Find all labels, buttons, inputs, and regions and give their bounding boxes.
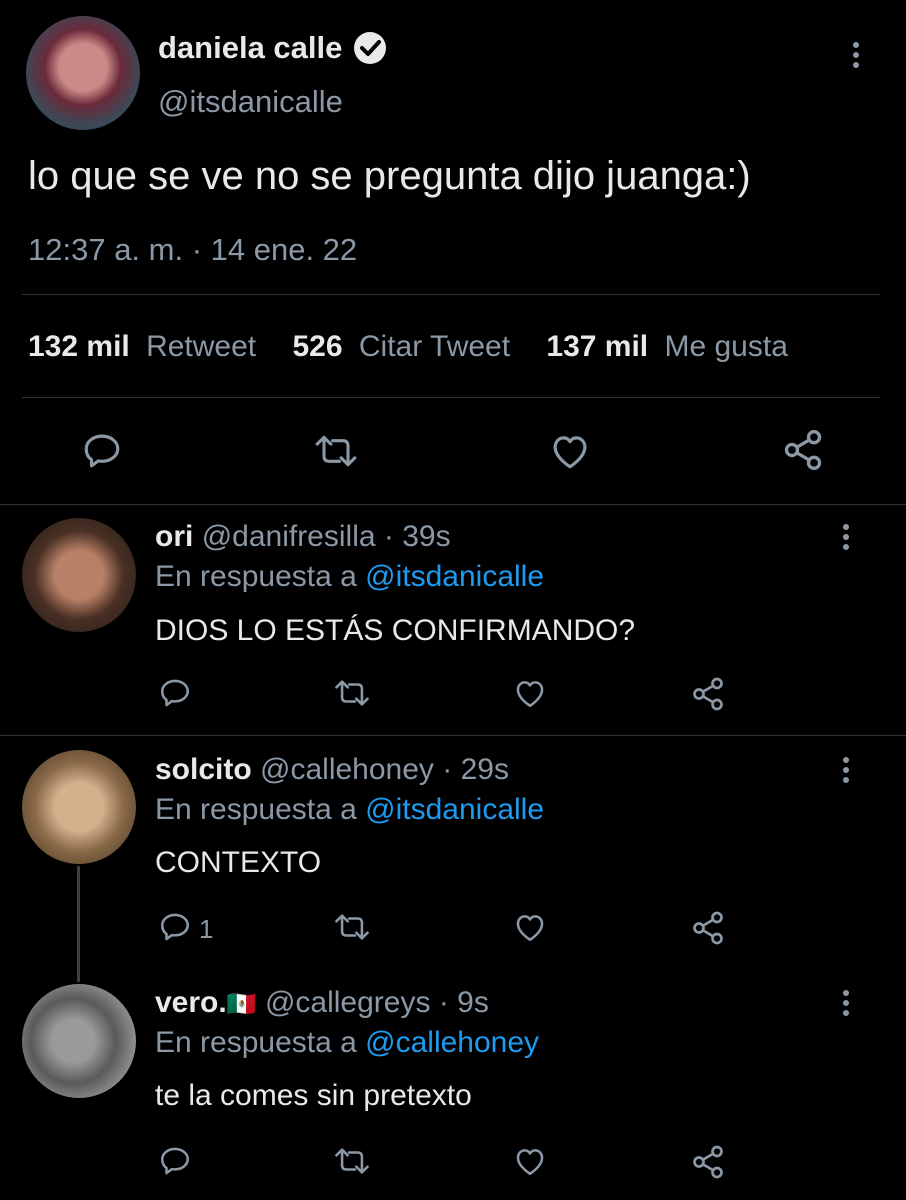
verified-badge-icon [352, 30, 388, 66]
reply-icon[interactable] [157, 676, 193, 710]
author-display-name[interactable]: daniela calle [158, 30, 342, 66]
reply-text: DIOS LO ESTÁS CONFIRMANDO? [155, 614, 636, 647]
retweet-icon[interactable] [332, 1144, 372, 1178]
retweet-icon[interactable] [312, 430, 360, 472]
reply-prefix: En respuesta a [155, 1026, 357, 1059]
likes-count[interactable]: 137 mil [546, 330, 648, 363]
reply-avatar[interactable] [22, 518, 136, 632]
share-icon[interactable] [690, 676, 726, 712]
more-options-icon[interactable] [852, 42, 860, 72]
reply-time[interactable]: · 39s [384, 520, 451, 553]
reply-handle[interactable]: @callehoney [260, 753, 434, 786]
reply-header: solcito @callehoney · 29s [155, 753, 509, 787]
author-avatar[interactable] [26, 16, 140, 130]
likes-label[interactable]: Me gusta [664, 330, 787, 363]
divider [22, 294, 880, 295]
reply-header: vero.🇲🇽 @callegreys · 9s [155, 986, 489, 1020]
share-icon[interactable] [780, 428, 826, 472]
reply-avatar[interactable] [22, 750, 136, 864]
more-options-icon[interactable] [842, 524, 850, 554]
reply-time[interactable]: · 29s [442, 753, 509, 786]
author-handle[interactable]: @itsdanicalle [158, 84, 343, 120]
thread-line [77, 866, 80, 982]
divider [0, 504, 906, 505]
like-icon[interactable] [512, 676, 548, 710]
retweets-label[interactable]: Retweet [146, 330, 256, 363]
reply-icon[interactable] [80, 430, 124, 472]
retweet-icon[interactable] [332, 910, 372, 944]
reply-avatar[interactable] [22, 984, 136, 1098]
reply-display-name[interactable]: solcito [155, 753, 252, 786]
reply-icon[interactable] [157, 910, 193, 944]
divider [22, 397, 880, 398]
retweets-count[interactable]: 132 mil [28, 330, 130, 363]
share-icon[interactable] [690, 1144, 726, 1180]
reply-context: En respuesta a @itsdanicalle [155, 560, 544, 594]
tweet-text: lo que se ve no se pregunta dijo juanga:… [28, 154, 751, 198]
reply-display-name[interactable]: vero. [155, 986, 227, 1019]
reply-count: 1 [199, 914, 214, 944]
mexico-flag-icon: 🇲🇽 [226, 991, 257, 1018]
reply-mention[interactable]: @itsdanicalle [365, 793, 544, 826]
more-options-icon[interactable] [842, 757, 850, 787]
like-icon[interactable] [548, 430, 592, 472]
quotes-count[interactable]: 526 [292, 330, 342, 363]
divider [0, 735, 906, 736]
reply-display-name[interactable]: ori [155, 520, 193, 553]
reply-handle[interactable]: @danifresilla [202, 520, 376, 553]
reply-prefix: En respuesta a [155, 560, 357, 593]
reply-text: te la comes sin pretexto [155, 1079, 472, 1112]
share-icon[interactable] [690, 910, 726, 946]
reply-mention[interactable]: @callehoney [365, 1026, 539, 1059]
more-options-icon[interactable] [842, 990, 850, 1020]
like-icon[interactable] [512, 910, 548, 944]
reply-handle[interactable]: @callegreys [265, 986, 431, 1019]
reply-context: En respuesta a @callehoney [155, 1026, 539, 1060]
quotes-label[interactable]: Citar Tweet [359, 330, 510, 363]
tweet-stats: 132 mil Retweet 526 Citar Tweet 137 mil … [28, 330, 788, 364]
tweet-timestamp[interactable]: 12:37 a. m. · 14 ene. 22 [28, 232, 357, 268]
reply-context: En respuesta a @itsdanicalle [155, 793, 544, 827]
like-icon[interactable] [512, 1144, 548, 1178]
reply-header: ori @danifresilla · 39s [155, 520, 451, 554]
reply-text: CONTEXTO [155, 846, 322, 879]
reply-prefix: En respuesta a [155, 793, 357, 826]
reply-time[interactable]: · 9s [439, 986, 489, 1019]
reply-icon[interactable] [157, 1144, 193, 1178]
reply-mention[interactable]: @itsdanicalle [365, 560, 544, 593]
retweet-icon[interactable] [332, 676, 372, 710]
